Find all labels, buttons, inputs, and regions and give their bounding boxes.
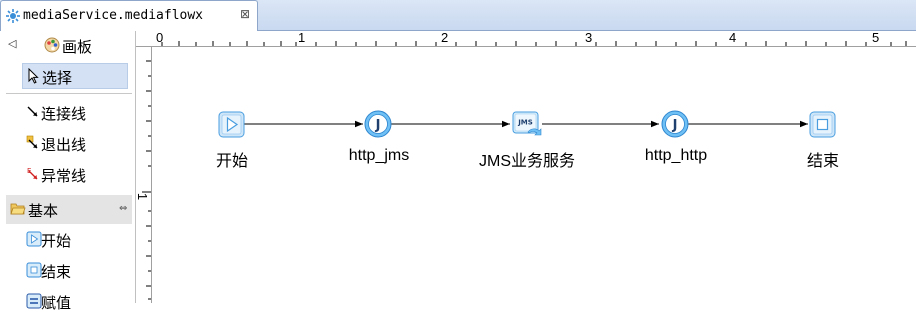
vertical-ruler-label: 1 [135,192,151,201]
tool-connection-line[interactable]: 连接线 [22,100,128,126]
ruler-label-2: 2 [441,30,449,45]
ruler-label-5: 5 [872,30,880,45]
flow-connections [244,120,808,128]
node-glyph: J [375,118,381,133]
palette-icon [44,37,60,53]
end-icon [26,262,42,278]
flow-node-label: JMS业务服务 [478,153,576,170]
tool-start[interactable]: 开始 [22,227,128,253]
flow-node-label: http_http [644,147,708,164]
tool-select-label: 选择 [42,69,73,87]
close-icon[interactable]: ⊠ [240,7,250,21]
collapse-palette-icon[interactable]: ◁ [8,37,16,50]
palette-divider [6,93,132,94]
tool-exit-line-label: 退出线 [41,136,87,154]
java-node-icon: J [661,110,689,138]
arrow-pointer-icon [28,68,39,84]
tool-exception-line[interactable]: E 异常线 [22,162,128,188]
tool-exit-line[interactable]: 退出线 [22,131,128,157]
folder-open-icon [10,203,26,215]
flow-node-http-http[interactable]: J [661,110,689,138]
drawer-basic[interactable]: 基本 ⇔ [6,195,132,224]
drawer-basic-label: 基本 [28,202,59,220]
tool-exception-line-label: 异常线 [41,167,87,185]
editor-tab[interactable]: mediaService.mediaflowx ⊠ [0,0,258,31]
tool-connection-line-label: 连接线 [41,105,87,123]
editor-tab-title: mediaService.mediaflowx [23,8,204,23]
flow-node-end[interactable] [809,111,836,138]
mediaflow-file-icon [6,9,20,23]
start-node-icon [218,111,245,138]
node-glyph: JMS [517,119,533,127]
horizontal-ruler-ticks [161,41,907,46]
ruler-label-0: 0 [156,30,164,45]
flow-node-label: 结束 [806,153,840,170]
connection-line-icon [27,106,38,117]
pin-drawer-icon[interactable]: ⇔ [119,203,127,214]
tool-assign[interactable]: 赋值 [22,289,128,315]
java-node-icon: J [364,110,392,138]
horizontal-ruler: 0 1 2 3 4 5 [136,30,916,47]
flow-node-label: http_jms [348,147,410,164]
tool-select[interactable]: 选择 [22,63,128,89]
flow-node-start[interactable] [218,111,245,138]
editor-tab-bar: mediaService.mediaflowx ⊠ [0,0,916,31]
tool-end-label: 结束 [41,263,72,281]
ruler-label-1: 1 [298,30,306,45]
palette-title: 画板 [62,38,93,56]
palette: ◁ 画板 选择 连接线 退出线 E [0,31,136,312]
node-glyph: J [672,118,678,133]
vertical-ruler: 1 [135,31,152,303]
flow-node-label: 开始 [215,153,249,170]
end-node-icon [809,111,836,138]
ruler-label-4: 4 [729,30,737,45]
ruler-label-3: 3 [585,30,593,45]
flow-canvas[interactable]: 开始 J http_jms JMS JMS业务服务 J http_http 结束 [153,48,916,303]
exception-line-icon: E [27,167,38,180]
start-icon [26,231,42,247]
tool-end[interactable]: 结束 [22,258,128,284]
exit-line-icon [26,135,38,149]
vertical-ruler-ticks [142,60,151,300]
assign-icon [26,293,42,309]
flow-node-jms-service[interactable]: JMS [512,110,543,138]
flow-node-http-jms[interactable]: J [364,110,392,138]
tool-start-label: 开始 [41,232,72,250]
palette-header: ◁ 画板 [0,31,135,61]
jms-service-icon: JMS [512,111,542,136]
